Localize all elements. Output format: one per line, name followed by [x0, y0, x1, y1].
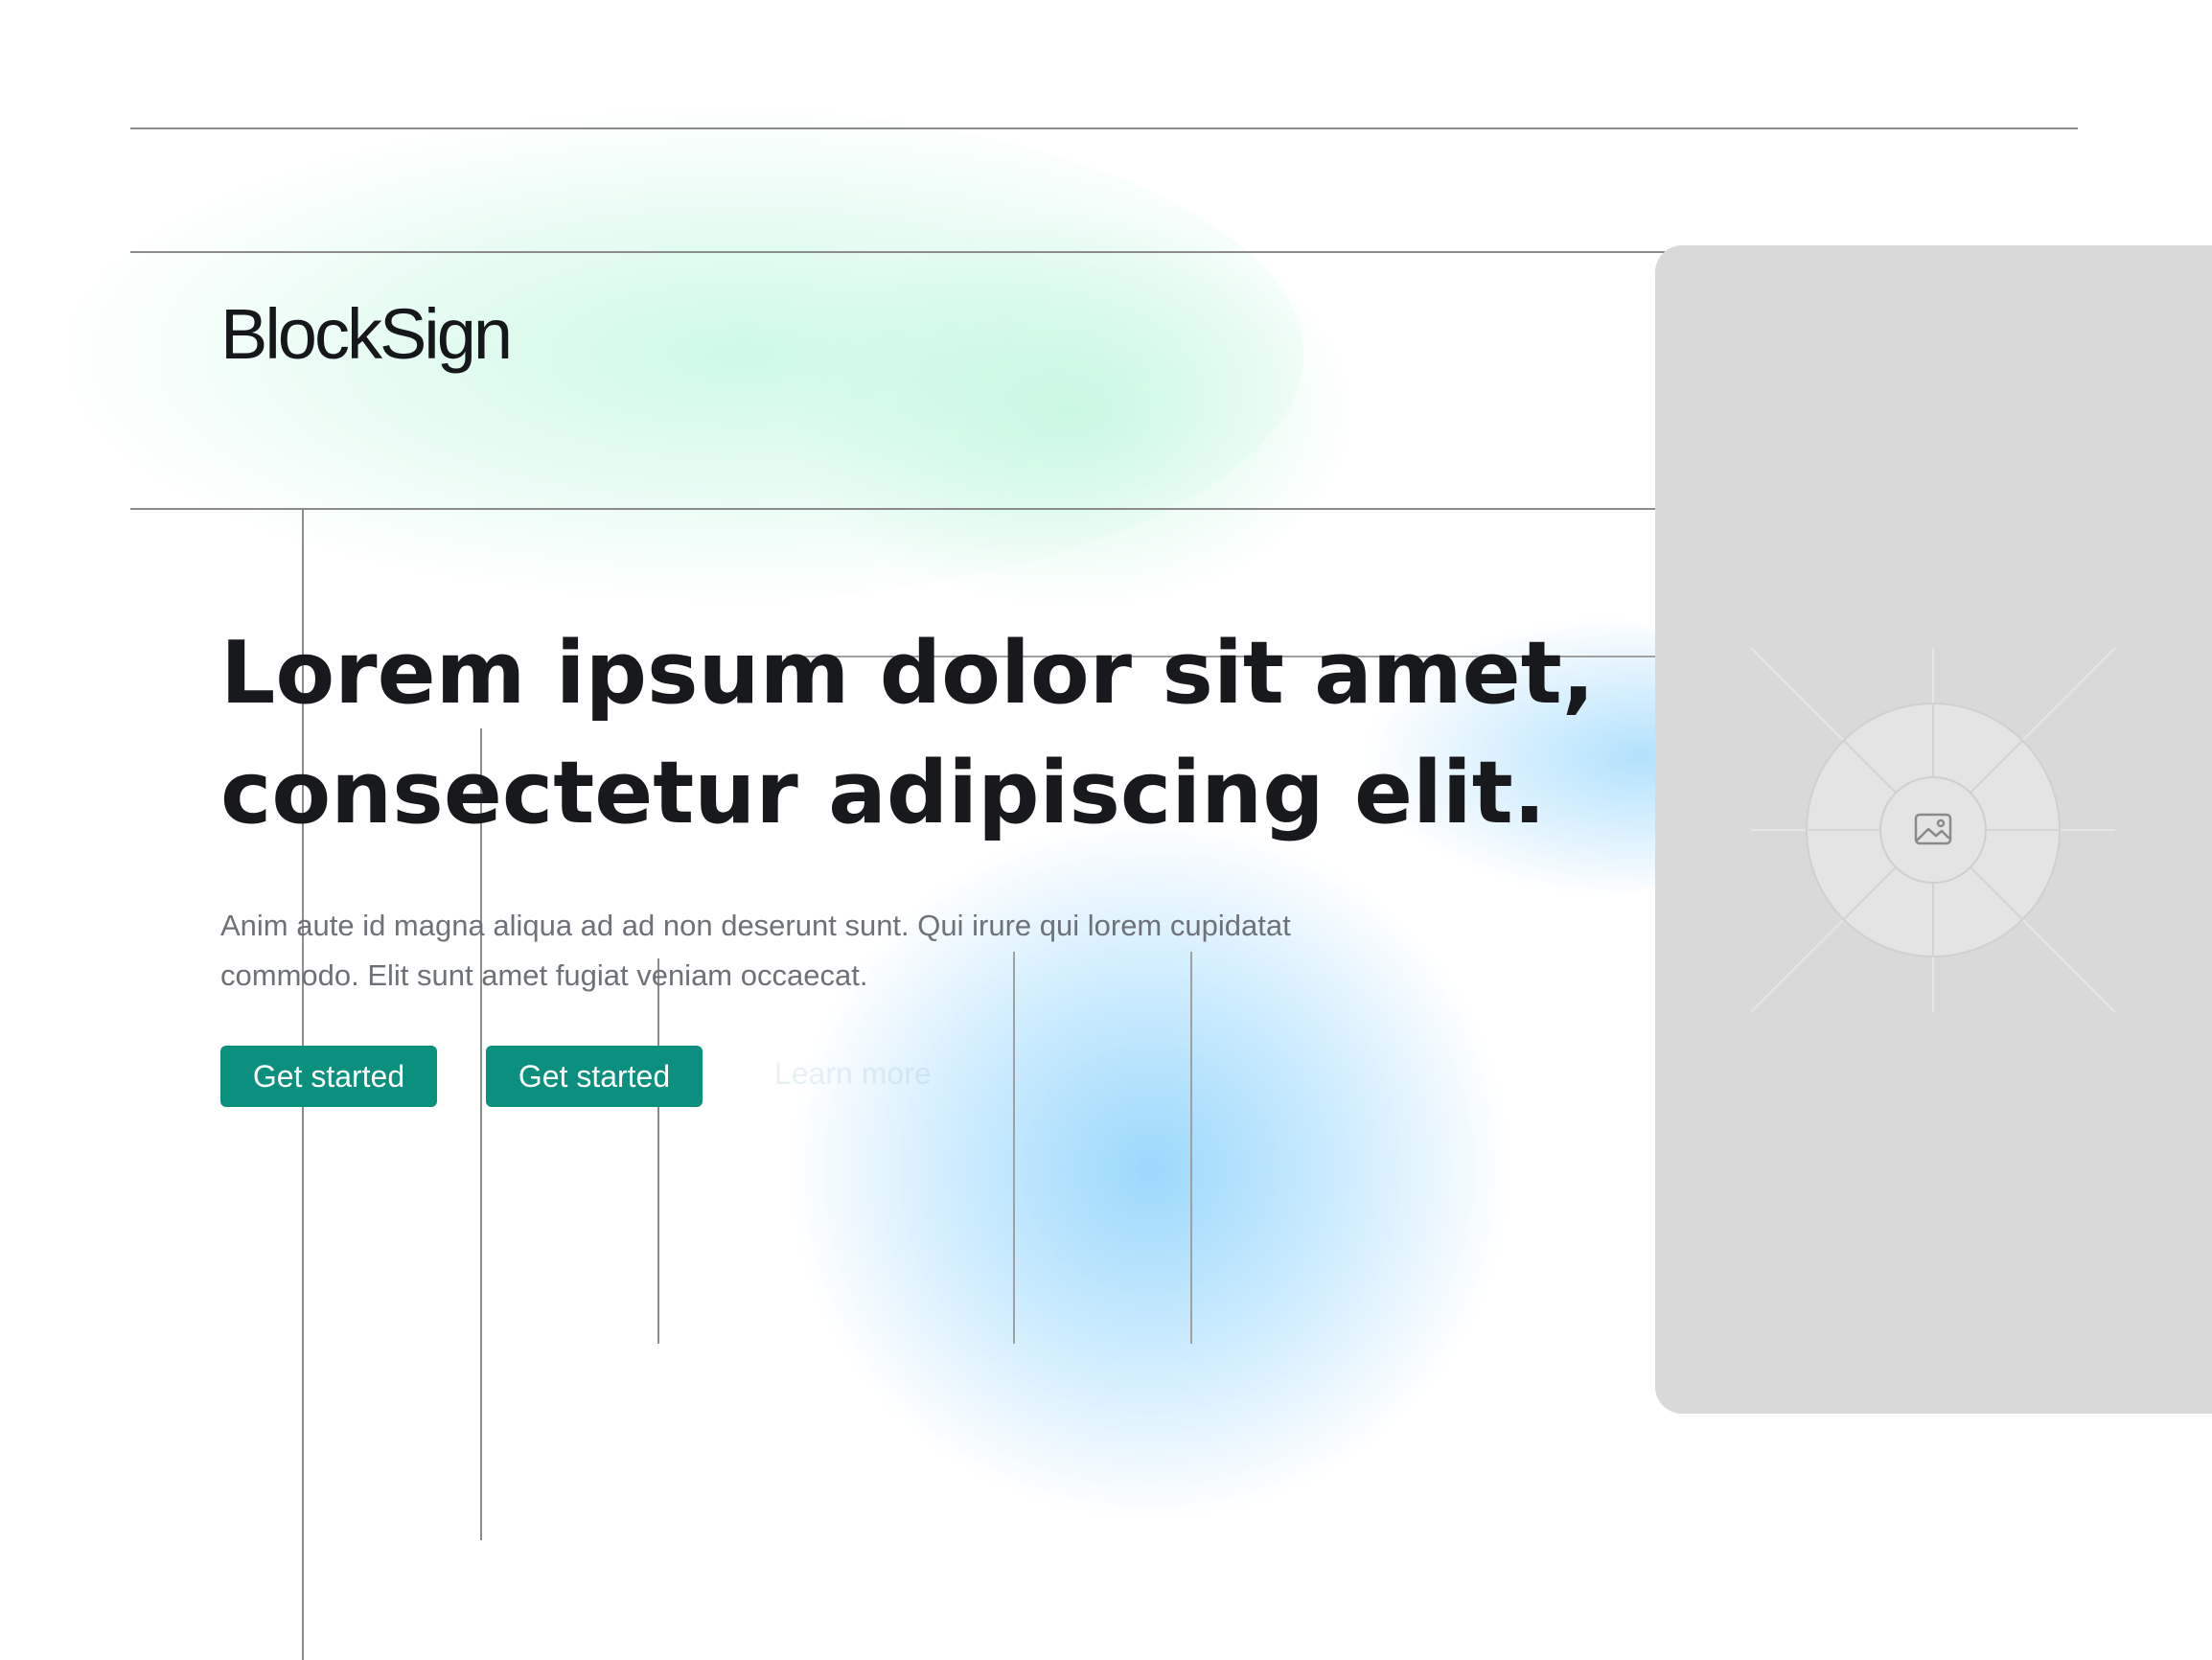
hero-subtitle: Anim aute id magna aliqua ad ad non dese… [220, 901, 1466, 1001]
brand-logo[interactable]: BlockSign [220, 299, 513, 370]
get-started-button-primary[interactable]: Get started [220, 1046, 437, 1107]
hero-image-placeholder [1655, 245, 2212, 1414]
get-started-button-secondary[interactable]: Get started [486, 1046, 703, 1107]
green-glow-accent [786, 211, 1361, 613]
hero-subtitle-line-1: Anim aute id magna aliqua ad ad non dese… [220, 909, 1291, 942]
hero-title-line-1: Lorem ipsum dolor sit amet, [220, 623, 1595, 724]
hero-title-line-2: consectetur adipiscing elit. [220, 743, 1546, 843]
learn-more-link[interactable]: Learn more [774, 1056, 932, 1092]
hero-title: Lorem ipsum dolor sit amet, consectetur … [220, 613, 1610, 853]
hero-subtitle-line-2: commodo. Elit sunt amet fugiat veniam oc… [220, 958, 868, 992]
hero-section: BlockSign Lorem ipsum dolor sit amet, co… [0, 0, 2212, 1660]
top-divider [130, 127, 2078, 129]
